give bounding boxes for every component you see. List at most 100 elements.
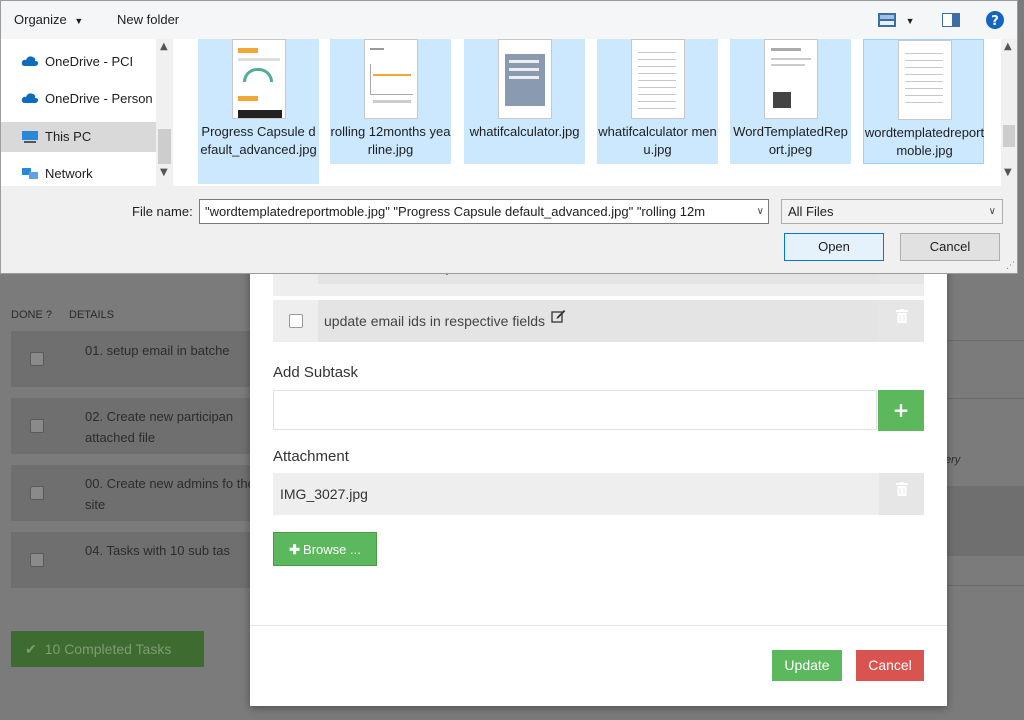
navigation-pane: OneDrive - PCI OneDrive - Person This PC… — [1, 39, 173, 186]
file-item[interactable]: Progress Capsule default_advanced.jpg — [198, 39, 319, 184]
file-name-value: "wordtemplatedreportmoble.jpg" "Progress… — [205, 204, 706, 219]
svg-text:?: ? — [991, 14, 999, 29]
nav-item-network[interactable]: Network — [1, 159, 156, 189]
file-name: rolling 12months yearline.jpg — [330, 124, 451, 157]
edit-icon[interactable] — [551, 309, 566, 323]
new-folder-button[interactable]: New folder — [117, 12, 179, 27]
scroll-down-icon[interactable]: ▼ — [160, 167, 168, 178]
update-button[interactable]: Update — [772, 650, 842, 681]
nav-item-label: This PC — [45, 129, 92, 144]
divider — [946, 340, 1024, 341]
delete-subtask-button[interactable] — [879, 300, 924, 342]
file-list-scrollbar[interactable]: ▲ ▼ — [1001, 39, 1017, 186]
chevron-down-icon[interactable]: ∨ — [757, 200, 764, 223]
file-item[interactable]: rolling 12months yearline.jpg — [330, 39, 451, 164]
file-thumbnail — [364, 39, 418, 119]
dropdown-arrow-icon: ▼ — [74, 16, 84, 26]
divider — [946, 585, 1024, 586]
preview-pane-button[interactable] — [942, 13, 960, 30]
plus-icon: ✚ — [289, 542, 301, 557]
nav-item-this-pc[interactable]: This PC — [1, 122, 156, 152]
file-type-value: All Files — [788, 204, 834, 219]
file-name-label: File name: — [132, 204, 193, 219]
add-subtask-button[interactable]: + — [878, 390, 924, 431]
dialog-cancel-button[interactable]: Cancel — [900, 233, 1000, 261]
cloud-icon — [21, 56, 39, 66]
checkmark-icon: ✔ — [25, 641, 37, 657]
task-checkbox[interactable] — [30, 553, 44, 567]
file-item[interactable]: WordTemplatedReport.jpeg — [730, 39, 851, 164]
subtask-row: update email ids in respective fields — [273, 300, 924, 342]
cloud-icon — [21, 93, 39, 103]
file-name: whatifcalculator menu.jpg — [598, 124, 717, 157]
file-name-input[interactable]: "wordtemplatedreportmoble.jpg" "Progress… — [199, 199, 769, 224]
task-row[interactable]: 02. Create new participan attached file — [11, 398, 251, 454]
task-checkbox[interactable] — [30, 486, 44, 500]
attachment-row: IMG_3027.jpg — [273, 473, 924, 515]
add-subtask-heading: Add Subtask — [273, 364, 359, 381]
file-thumbnail — [898, 40, 952, 120]
view-options-button[interactable]: ▼ — [878, 13, 915, 30]
details-column-header: DETAILS — [69, 309, 115, 321]
nav-item-onedrive-personal[interactable]: OneDrive - Person — [1, 84, 156, 114]
nav-item-label: OneDrive - Person — [45, 91, 153, 106]
file-name: WordTemplatedReport.jpeg — [733, 124, 848, 157]
file-thumbnail — [764, 39, 818, 119]
modal-footer-divider — [250, 625, 947, 626]
browse-label: Browse ... — [303, 542, 361, 557]
dialog-toolbar: Organize ▼ New folder ▼ ? — [1, 1, 1017, 39]
task-row[interactable]: 00. Create new admins fo the site — [11, 465, 255, 521]
help-button[interactable]: ? — [985, 10, 1005, 33]
preview-pane-icon — [942, 13, 960, 27]
attachment-filename[interactable]: IMG_3027.jpg — [280, 473, 368, 515]
nav-item-onedrive-pci[interactable]: OneDrive - PCI — [1, 47, 156, 77]
scroll-up-icon[interactable]: ▲ — [160, 41, 168, 52]
attachment-heading: Attachment — [273, 448, 349, 465]
divider — [946, 398, 1024, 399]
resize-grip-icon[interactable]: ⋰ — [1006, 261, 1015, 271]
file-item[interactable]: wordtemplatedreportmoble.jpg — [863, 39, 984, 164]
trash-icon — [896, 309, 908, 323]
task-row[interactable]: 01. setup email in batche — [11, 331, 251, 387]
right-panel-block — [946, 486, 1024, 556]
dropdown-arrow-icon: ▼ — [905, 16, 915, 26]
subtask-label: update email ids in respective fields — [324, 313, 546, 329]
file-type-select[interactable]: All Files ∨ — [781, 199, 1003, 224]
file-name: wordtemplatedreportmoble.jpg — [864, 125, 985, 158]
task-checkbox[interactable] — [30, 419, 44, 433]
organize-menu[interactable]: Organize ▼ — [14, 12, 83, 27]
open-button[interactable]: Open — [784, 233, 884, 261]
task-row[interactable]: 04. Tasks with 10 sub tas — [11, 532, 251, 588]
scroll-up-icon[interactable]: ▲ — [1004, 41, 1012, 52]
trash-icon — [896, 482, 908, 496]
file-thumbnail — [232, 39, 286, 119]
completed-tasks-label: 10 Completed Tasks — [44, 641, 172, 657]
file-thumbnail — [498, 39, 552, 119]
scroll-thumb[interactable] — [1003, 125, 1015, 147]
subtask-checkbox[interactable] — [289, 314, 303, 328]
computer-icon — [22, 131, 38, 143]
file-item[interactable]: whatifcalculator menu.jpg — [597, 39, 718, 164]
file-open-dialog: Organize ▼ New folder ▼ ? OneDrive - PCI… — [0, 0, 1018, 274]
task-text: 04. Tasks with 10 sub tas — [85, 543, 231, 558]
subtask-input[interactable] — [273, 390, 877, 430]
chevron-down-icon: ∨ — [988, 206, 996, 217]
scroll-thumb[interactable] — [158, 129, 171, 164]
network-icon — [22, 168, 38, 179]
task-text: 01. setup email in batche — [85, 343, 230, 358]
scroll-down-icon[interactable]: ▼ — [1004, 167, 1012, 178]
view-icon — [878, 13, 896, 27]
cancel-button[interactable]: Cancel — [856, 650, 924, 681]
task-checkbox[interactable] — [30, 352, 44, 366]
file-thumbnail — [631, 39, 685, 119]
file-name: whatifcalculator.jpg — [469, 124, 580, 139]
delete-attachment-button[interactable] — [879, 473, 924, 515]
browse-button[interactable]: ✚ Browse ... — [273, 532, 377, 566]
file-item[interactable]: whatifcalculator.jpg — [464, 39, 585, 164]
completed-tasks-button[interactable]: ✔ 10 Completed Tasks — [11, 631, 204, 667]
help-icon: ? — [986, 11, 1004, 29]
subtask-text[interactable]: update email ids in respective fields — [318, 300, 894, 342]
nav-scrollbar[interactable]: ▲ ▼ — [156, 39, 173, 186]
edit-task-modal: see all batches are published update ema… — [250, 254, 947, 706]
task-text: 02. Create new participan attached file — [85, 409, 234, 445]
